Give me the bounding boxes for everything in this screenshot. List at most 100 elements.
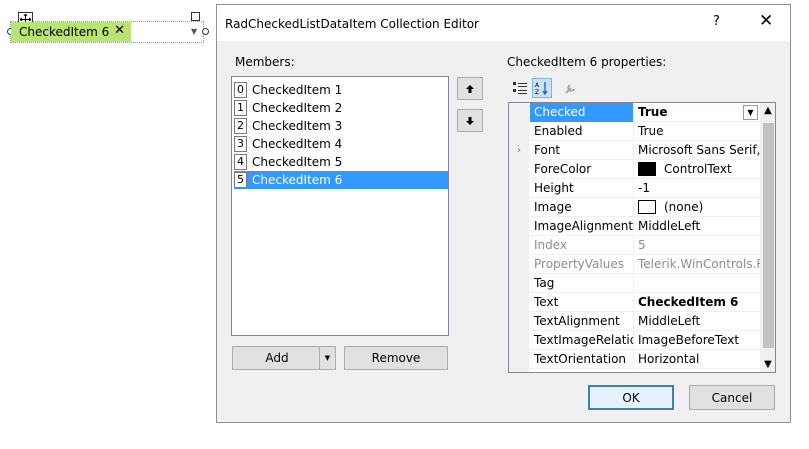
property-row[interactable]: Checked True ▼ [509,103,760,122]
property-name: Text [530,293,634,312]
member-item[interactable]: 0 CheckedItem 1 [234,81,448,99]
designer-selected-control[interactable]: ▼ CheckedItem 6 ✕ [7,12,209,54]
row-gutter [509,198,529,217]
move-down-button[interactable] [457,109,483,132]
property-value[interactable]: MiddleLeft [635,217,760,236]
categorized-view-icon[interactable] [510,78,530,98]
property-value[interactable]: True [635,122,760,141]
property-row[interactable]: TextImageRelation ImageBeforeText [509,331,760,350]
row-gutter [509,312,529,331]
property-name: ForeColor [530,160,634,179]
property-name: Font [530,141,634,160]
property-value-text: ImageBeforeText [638,333,740,347]
value-dropdown-icon[interactable]: ▼ [743,105,758,120]
row-gutter [509,236,529,255]
property-row[interactable]: Enabled True [509,122,760,141]
dropdown-arrow-icon[interactable]: ▼ [191,27,197,36]
remove-button[interactable]: Remove [344,346,448,370]
scroll-down-icon[interactable]: ▼ [760,359,775,370]
member-item[interactable]: 5 CheckedItem 6 [234,171,448,189]
member-item[interactable]: 3 CheckedItem 4 [234,135,448,153]
checked-item-chip[interactable]: CheckedItem 6 ✕ [11,22,131,42]
property-name: TextOrientation [530,350,634,369]
member-index: 2 [234,118,247,134]
scroll-thumb[interactable] [763,123,774,348]
property-name: Tag [530,274,634,293]
add-dropdown-arrow-icon[interactable]: ▼ [319,347,335,369]
scroll-up-icon[interactable]: ▲ [760,105,775,116]
alphabetical-sort-icon[interactable]: AZ [532,78,552,98]
property-row[interactable]: Height -1 [509,179,760,198]
property-name: Height [530,179,634,198]
property-row[interactable]: TextOrientation Horizontal [509,350,760,369]
members-list[interactable]: 0 CheckedItem 1 1 CheckedItem 2 2 CheckedItem… [231,76,449,336]
property-row[interactable]: Tag [509,274,760,293]
row-gutter [509,293,529,312]
add-button[interactable]: Add ▼ [232,346,336,370]
members-label: Members: [235,55,295,69]
cancel-button[interactable]: Cancel [689,385,775,410]
property-row[interactable]: Index 5 [509,236,760,255]
row-gutter [509,369,529,372]
property-row[interactable]: ForeColor ControlText [509,160,760,179]
property-pages-icon[interactable] [560,78,580,98]
move-up-button[interactable] [457,77,483,100]
row-gutter [509,160,529,179]
property-value[interactable]: Telerik.WinControls.RadPropertyValueColl… [635,255,760,274]
property-row[interactable]: ImageAlignment MiddleLeft [509,217,760,236]
row-gutter [509,274,529,293]
property-name: ImageAlignment [530,217,634,236]
property-value[interactable]: (none) [635,198,760,217]
collection-editor-dialog: RadCheckedListDataItem Collection Editor… [216,4,791,423]
property-row[interactable]: ›Font Microsoft Sans Serif, 8.25pt [509,141,760,160]
property-value[interactable]: Horizontal [635,350,760,369]
member-label: CheckedItem 2 [252,101,343,115]
svg-text:Z: Z [535,89,539,95]
row-gutter [509,331,529,350]
help-button[interactable]: ? [713,14,720,29]
property-value[interactable] [635,274,760,293]
property-name: TextAlignment [530,312,634,331]
ok-button[interactable]: OK [588,385,674,410]
title-bar: RadCheckedListDataItem Collection Editor… [217,5,790,41]
property-value[interactable]: True [635,103,760,122]
svg-text:A: A [535,82,540,89]
property-name: TextImageRelation [530,331,634,350]
property-row[interactable]: Image (none) [509,198,760,217]
property-name: PropertyValues [530,255,634,274]
property-row[interactable]: TextWrap True [509,369,760,372]
smart-tag-icon[interactable] [191,12,200,21]
property-value[interactable]: True [635,369,760,372]
close-button[interactable]: ✕ [759,11,773,31]
member-label: CheckedItem 6 [252,173,343,187]
member-item[interactable]: 4 CheckedItem 5 [234,153,448,171]
property-value[interactable]: 5 [635,236,760,255]
ok-button-label: OK [622,390,640,405]
member-index: 0 [234,82,247,98]
property-value-text: MiddleLeft [638,314,701,328]
property-value[interactable]: ImageBeforeText [635,331,760,350]
property-value-text: ControlText [664,162,732,176]
member-label: CheckedItem 5 [252,155,343,169]
row-gutter [509,179,529,198]
resize-handle-right[interactable] [202,28,209,35]
property-row[interactable]: Text CheckedItem 6 [509,293,760,312]
member-label: CheckedItem 4 [252,137,343,151]
expand-chevron-icon[interactable]: › [509,141,529,160]
property-value[interactable]: Microsoft Sans Serif, 8.25pt [635,141,760,160]
property-value[interactable]: ControlText [635,160,760,179]
member-item[interactable]: 1 CheckedItem 2 [234,99,448,117]
property-grid-scrollbar[interactable]: ▲ ▼ [760,103,775,372]
property-grid[interactable]: Checked True ▼ Enabled True › Font Microsoft Sa… [508,102,776,373]
property-row[interactable]: PropertyValues Telerik.WinControls.RadPro… [509,255,760,274]
cancel-button-label: Cancel [711,390,753,405]
property-value-text: 5 [638,238,646,252]
property-value[interactable]: -1 [635,179,760,198]
property-value-text: Microsoft Sans Serif, 8.25pt [638,143,760,157]
chip-remove-icon[interactable]: ✕ [114,23,125,38]
property-row[interactable]: TextAlignment MiddleLeft [509,312,760,331]
property-value[interactable]: CheckedItem 6 [635,293,760,312]
property-value[interactable]: MiddleLeft [635,312,760,331]
property-value-text: True [638,124,664,138]
member-item[interactable]: 2 CheckedItem 3 [234,117,448,135]
